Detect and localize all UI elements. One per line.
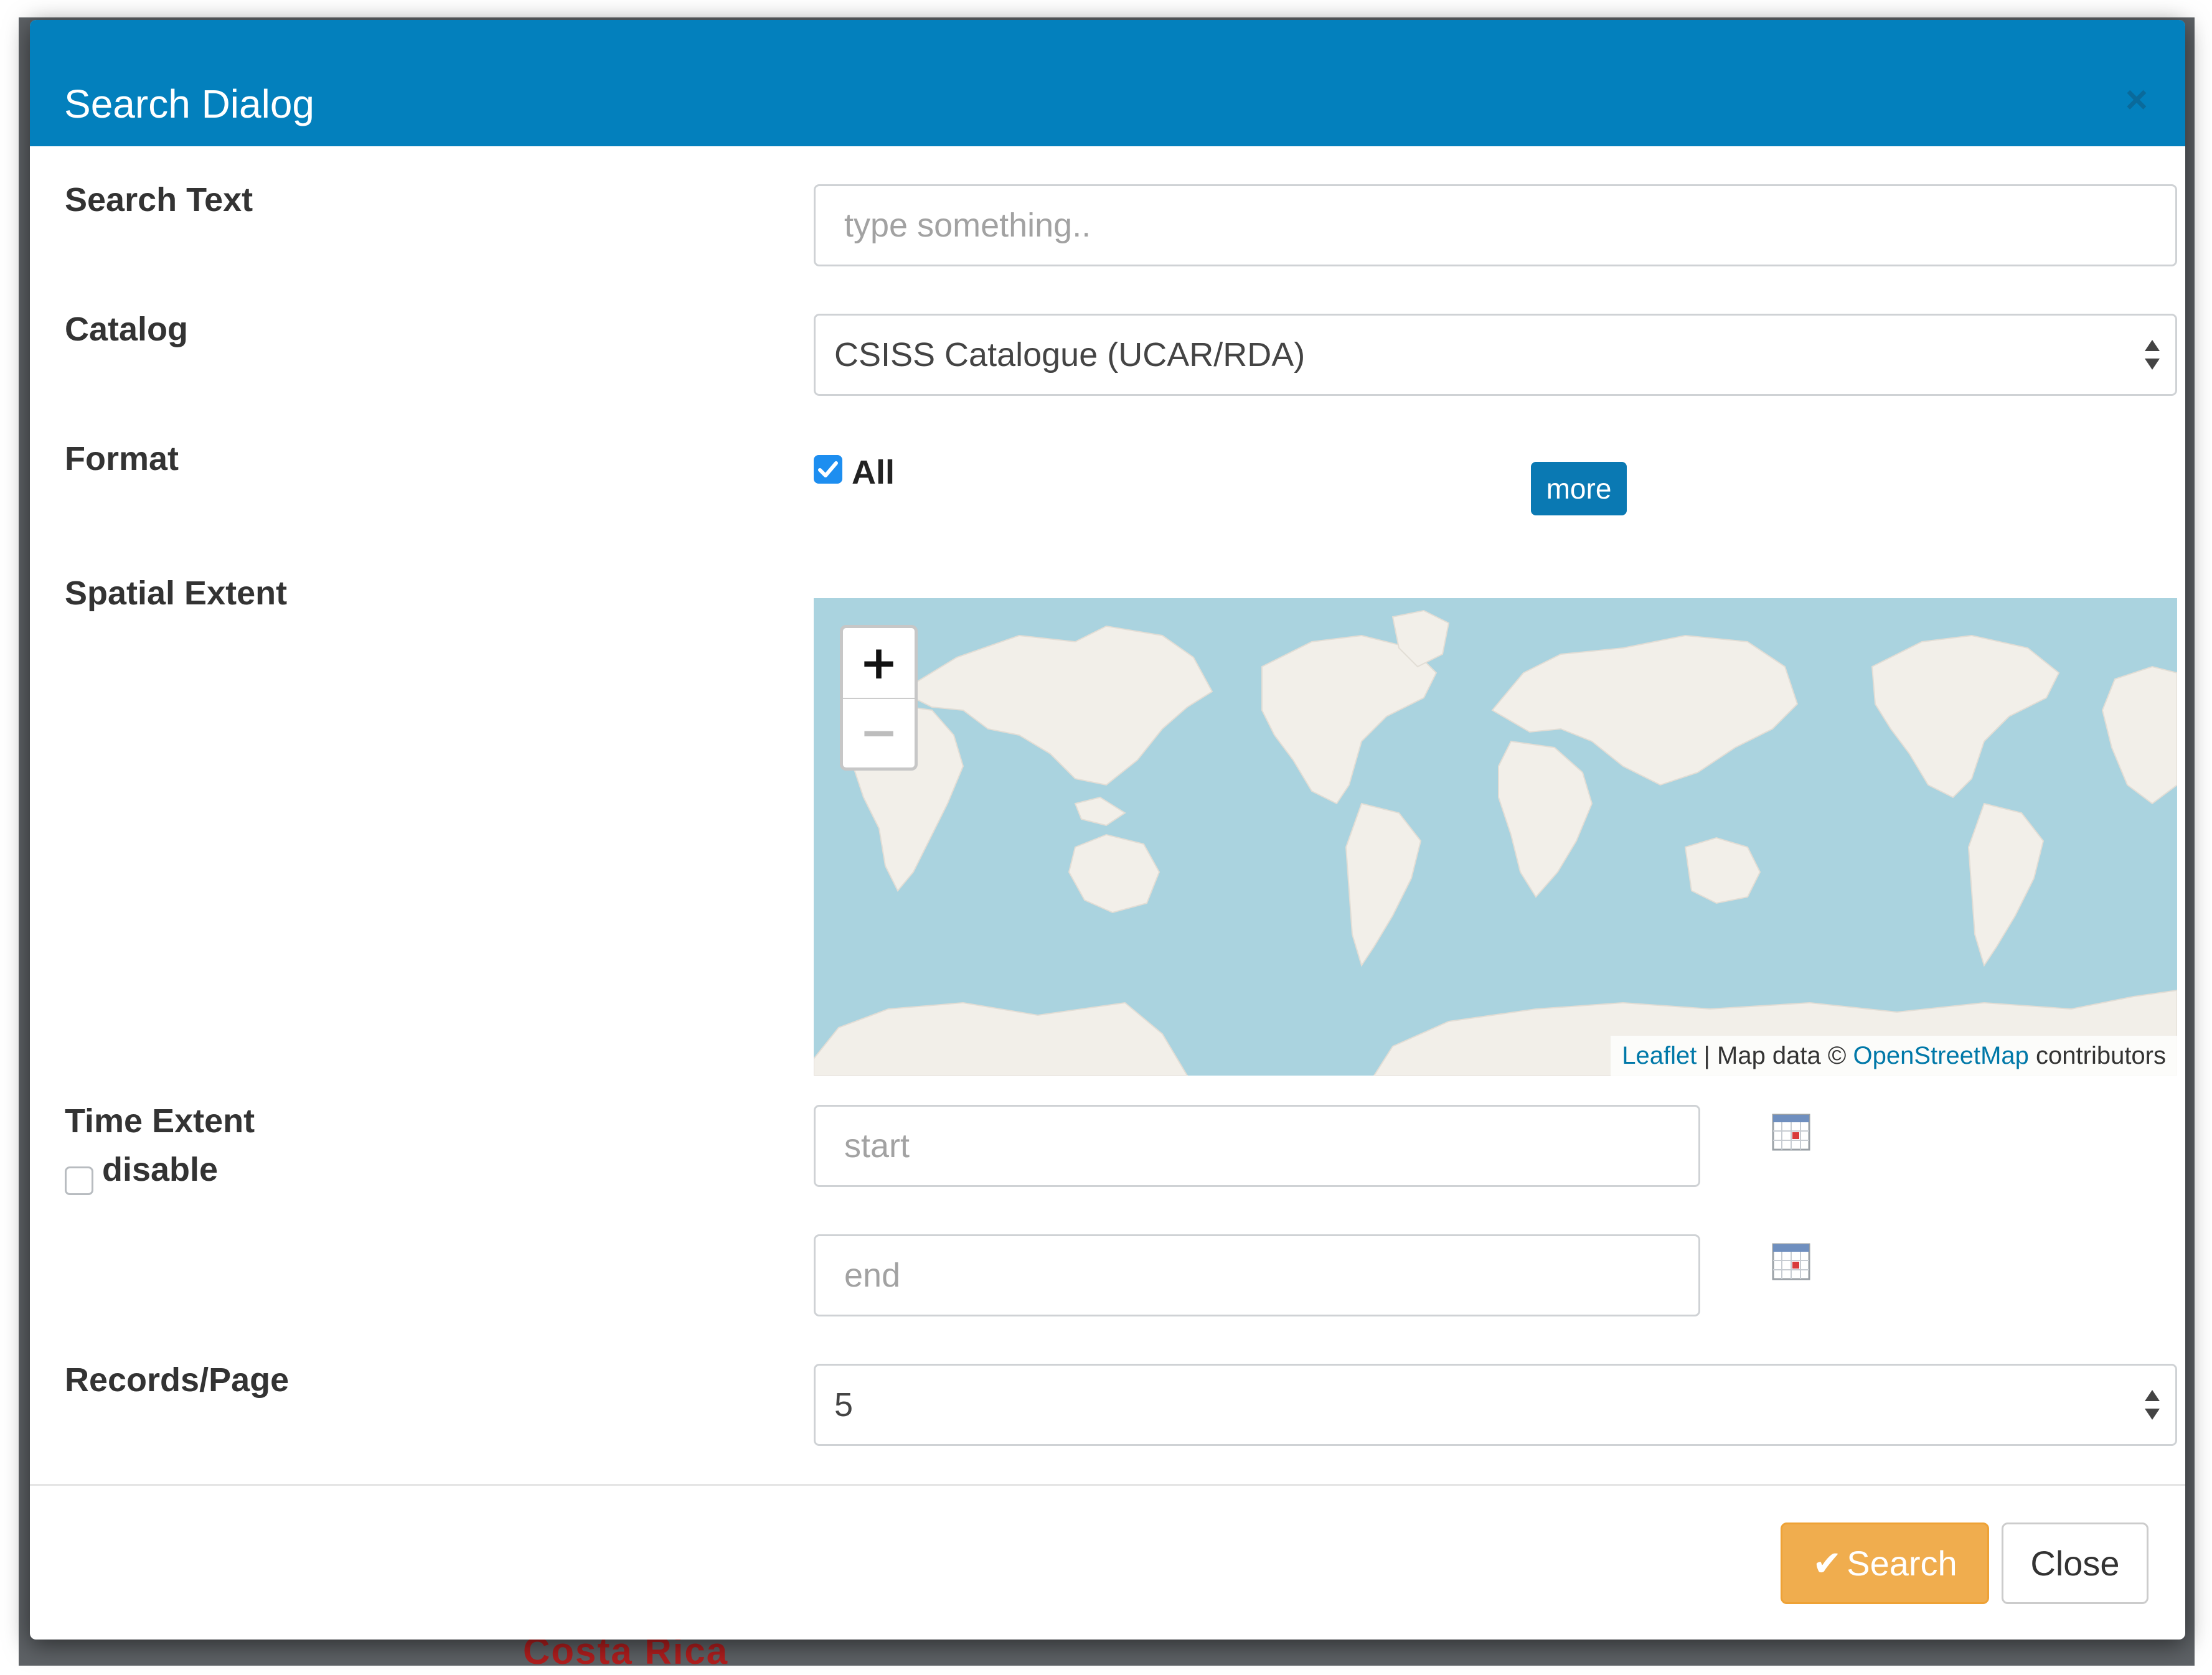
search-button-label: Search	[1847, 1544, 1957, 1583]
checkmark-icon	[818, 461, 838, 477]
select-arrows-icon	[2145, 1390, 2160, 1420]
format-label: Format	[65, 440, 179, 477]
check-icon: ✔	[1812, 1544, 1842, 1584]
zoom-out-button[interactable]: −	[843, 698, 915, 767]
world-map-tiles	[814, 609, 2177, 1076]
map-zoom-control: + −	[840, 625, 918, 771]
time-disable-label: disable	[102, 1151, 219, 1188]
records-per-page-label: Records/Page	[65, 1361, 289, 1399]
catalog-selected-value: CSISS Catalogue (UCAR/RDA)	[834, 336, 1306, 373]
select-arrows-icon	[2145, 340, 2160, 370]
calendar-icon[interactable]	[1772, 1114, 1810, 1151]
format-all-checkbox[interactable]	[814, 455, 842, 484]
close-button[interactable]: Close	[2002, 1523, 2148, 1604]
calendar-icon[interactable]	[1772, 1243, 1810, 1280]
spatial-extent-map[interactable]: + − Leaflet | Map data © OpenStreetMap c…	[814, 598, 2177, 1076]
records-per-page-value: 5	[834, 1386, 854, 1424]
dialog-title: Search Dialog	[64, 82, 314, 126]
search-button[interactable]: ✔ Search	[1781, 1523, 1989, 1604]
time-extent-label: Time Extent	[65, 1102, 255, 1140]
attribution-contributors: contributors	[2036, 1042, 2166, 1069]
spatial-extent-label: Spatial Extent	[65, 575, 288, 612]
leaflet-link[interactable]: Leaflet	[1622, 1042, 1697, 1069]
openstreetmap-link[interactable]: OpenStreetMap	[1853, 1042, 2029, 1069]
footer-divider	[30, 1484, 2185, 1486]
time-end-input[interactable]	[814, 1234, 1700, 1316]
search-text-label: Search Text	[65, 181, 253, 218]
search-dialog: Search Dialog × Search Text Catalog CSIS…	[30, 20, 2185, 1640]
attribution-separator: |	[1703, 1042, 1710, 1069]
close-icon[interactable]: ×	[2125, 81, 2148, 120]
catalog-select[interactable]: CSISS Catalogue (UCAR/RDA)	[814, 314, 2177, 396]
dialog-header: Search Dialog ×	[30, 20, 2185, 146]
search-text-input[interactable]	[814, 184, 2177, 266]
catalog-label: Catalog	[65, 311, 189, 348]
format-more-button[interactable]: more	[1531, 462, 1627, 515]
map-attribution: Leaflet | Map data © OpenStreetMap contr…	[1611, 1036, 2177, 1076]
zoom-in-button[interactable]: +	[843, 628, 915, 699]
format-all-label: All	[852, 454, 895, 491]
time-disable-checkbox[interactable]	[65, 1166, 93, 1195]
time-start-input[interactable]	[814, 1105, 1700, 1187]
attribution-map-data: Map data ©	[1717, 1042, 1847, 1069]
records-per-page-select[interactable]: 5	[814, 1364, 2177, 1446]
